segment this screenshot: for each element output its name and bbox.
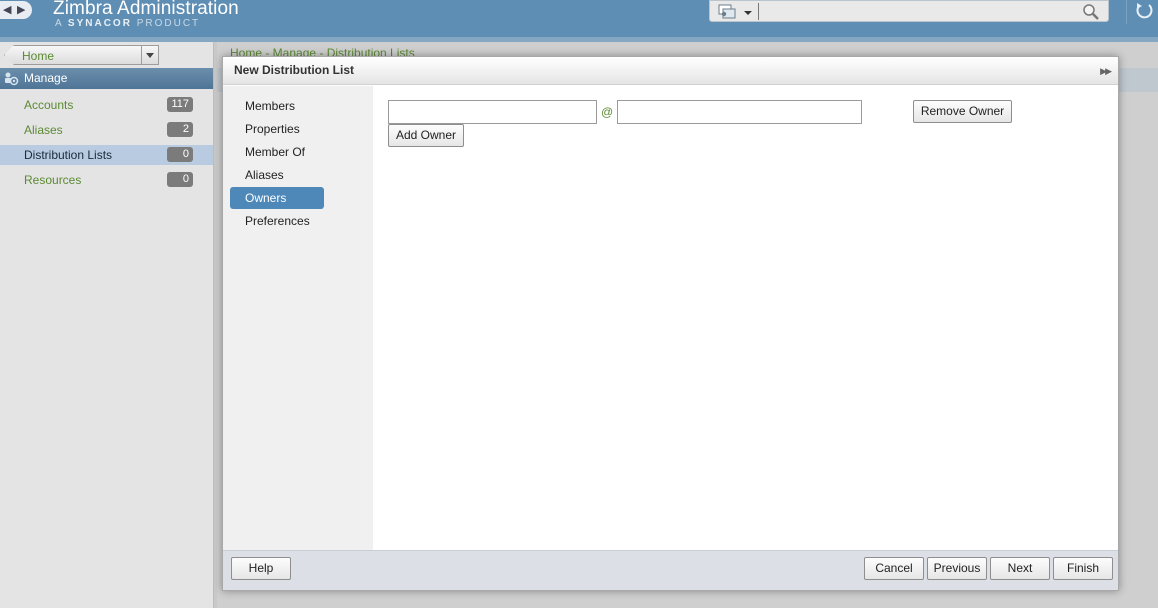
- count-badge: 0: [167, 172, 193, 187]
- finish-button[interactable]: Finish: [1053, 557, 1113, 580]
- search-bar: [709, 0, 1109, 22]
- at-sign: @: [601, 105, 614, 119]
- owner-domain-input[interactable]: [617, 100, 862, 124]
- count-badge: 0: [167, 147, 193, 162]
- dialog-nav-preferences[interactable]: Preferences: [230, 210, 324, 232]
- owners-panel: @ Remove Owner Add Owner: [373, 86, 1118, 550]
- home-dropdown-button[interactable]: [141, 45, 159, 65]
- next-button[interactable]: Next: [990, 557, 1050, 580]
- remove-owner-button[interactable]: Remove Owner: [913, 100, 1012, 123]
- search-icon[interactable]: [1082, 3, 1100, 21]
- cancel-button[interactable]: Cancel: [864, 557, 924, 580]
- dialog-nav-member-of[interactable]: Member Of: [230, 141, 324, 163]
- dialog-header[interactable]: New Distribution List ▶▶: [223, 57, 1118, 85]
- expand-icon[interactable]: ▶▶: [1100, 66, 1112, 77]
- sidebar-item-accounts[interactable]: Accounts 117: [0, 95, 213, 115]
- subtitle-brand: SYNACOR: [67, 18, 132, 29]
- manage-label: Manage: [24, 71, 68, 85]
- app-title: Zimbra Administration: [53, 0, 239, 19]
- dialog-nav: Members Properties Member Of Aliases Own…: [223, 86, 373, 550]
- sidebar: Home Manage Accounts 117 Aliases 2 Distr…: [0, 42, 214, 608]
- top-header: ◀ ▶ Zimbra Administration A SYNACOR PROD…: [0, 0, 1158, 37]
- sidebar-item-resources[interactable]: Resources 0: [0, 170, 213, 190]
- sidebar-item-distribution-lists[interactable]: Distribution Lists 0: [0, 145, 213, 165]
- subtitle-suffix: PRODUCT: [136, 18, 201, 29]
- dialog-title: New Distribution List: [234, 63, 354, 77]
- history-nav: ◀ ▶: [0, 1, 32, 19]
- search-type-icon: [718, 4, 752, 19]
- back-arrow-icon[interactable]: ◀: [3, 4, 11, 16]
- add-owner-button[interactable]: Add Owner: [388, 124, 464, 147]
- sidebar-item-label: Aliases: [24, 123, 63, 137]
- search-input[interactable]: [758, 3, 1078, 20]
- sidebar-item-label: Resources: [24, 173, 82, 187]
- sidebar-item-aliases[interactable]: Aliases 2: [0, 120, 213, 140]
- previous-button[interactable]: Previous: [927, 557, 987, 580]
- search-type-dropdown[interactable]: [714, 3, 758, 21]
- manage-section-header[interactable]: Manage: [0, 68, 213, 89]
- home-button[interactable]: Home: [4, 45, 141, 65]
- count-badge: 2: [167, 122, 193, 137]
- dialog-nav-properties[interactable]: Properties: [230, 118, 324, 140]
- count-badge: 117: [167, 97, 193, 112]
- app-subtitle: A SYNACOR PRODUCT: [55, 18, 200, 29]
- dialog-nav-aliases[interactable]: Aliases: [230, 164, 324, 186]
- dialog-nav-members[interactable]: Members: [230, 95, 324, 117]
- new-distribution-list-dialog: New Distribution List ▶▶ Members Propert…: [222, 56, 1119, 591]
- refresh-icon[interactable]: [1126, 0, 1158, 24]
- sidebar-item-label: Distribution Lists: [24, 148, 113, 162]
- dialog-footer: Help Cancel Previous Next Finish: [223, 550, 1118, 590]
- subtitle-prefix: A: [55, 18, 64, 29]
- dialog-nav-owners[interactable]: Owners: [230, 187, 324, 209]
- manage-icon: [5, 72, 19, 86]
- owner-name-input[interactable]: [388, 100, 597, 124]
- help-button[interactable]: Help: [231, 557, 291, 580]
- home-breadcrumb: Home: [4, 45, 159, 65]
- sidebar-item-label: Accounts: [24, 98, 74, 112]
- forward-arrow-icon[interactable]: ▶: [17, 4, 25, 16]
